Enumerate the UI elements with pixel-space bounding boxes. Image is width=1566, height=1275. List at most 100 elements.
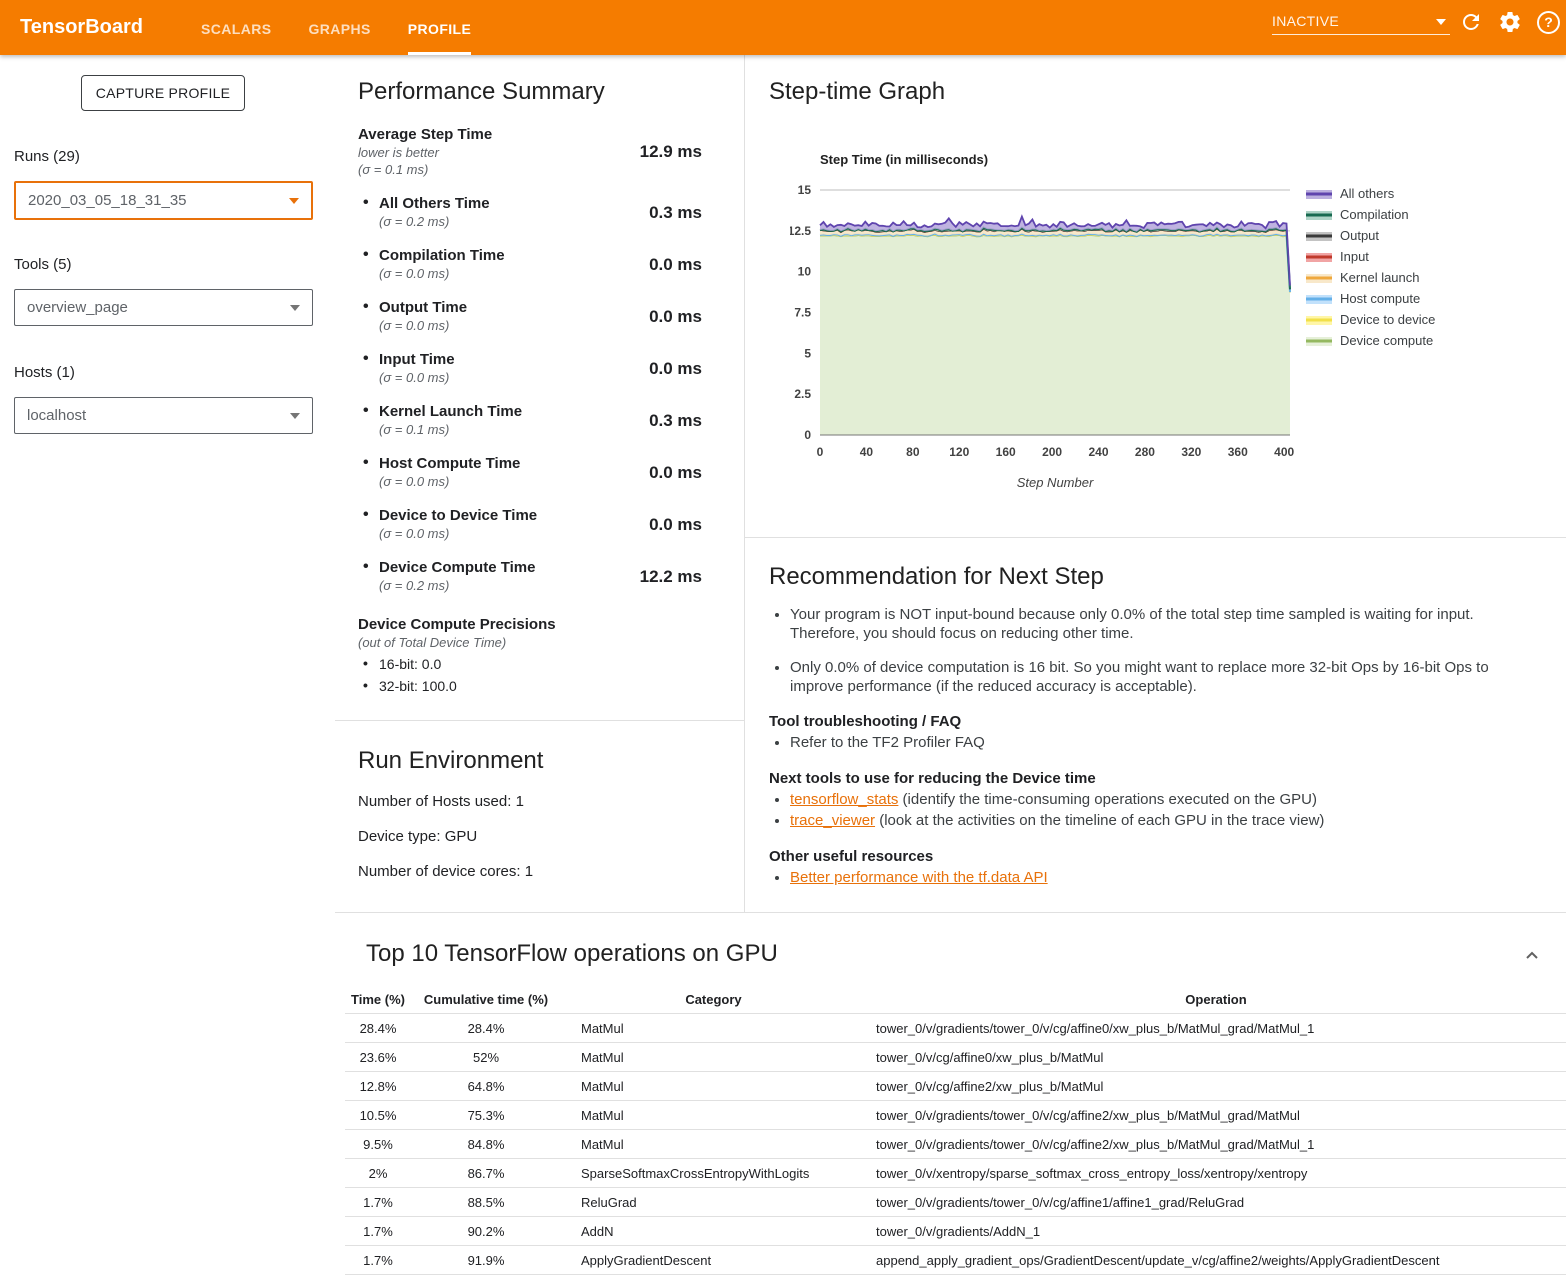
metric-sigma: (σ = 0.1 ms) <box>379 421 522 438</box>
run-environment-title: Run Environment <box>358 747 744 775</box>
table-cell: tower_0/v/gradients/AddN_1 <box>866 1217 1566 1246</box>
metric-name: Compilation Time <box>379 247 505 265</box>
table-cell: tower_0/v/cg/affine2/xw_plus_b/MatMul <box>866 1072 1566 1101</box>
refresh-icon[interactable] <box>1459 10 1485 36</box>
recommendation-item: Refer to the TF2 Profiler FAQ <box>790 733 1532 753</box>
metric-row: Output Time(σ = 0.0 ms)0.0 ms <box>358 299 702 334</box>
hosts-select-value: localhost <box>27 407 86 424</box>
table-cell: 23.6% <box>345 1043 411 1072</box>
runs-group: Runs (29) 2020_03_05_18_31_35 <box>14 148 313 220</box>
svg-text:5: 5 <box>804 346 811 360</box>
table-cell: MatMul <box>561 1043 866 1072</box>
metric-label: All Others Time(σ = 0.2 ms) <box>358 195 490 230</box>
table-cell: 75.3% <box>411 1101 561 1130</box>
performance-summary-title: Performance Summary <box>358 78 744 106</box>
chevron-up-icon[interactable] <box>1520 943 1544 967</box>
table-cell: 52% <box>411 1043 561 1072</box>
settings-icon[interactable] <box>1498 10 1524 36</box>
table-cell: 1.7% <box>345 1217 411 1246</box>
table-cell: MatMul <box>561 1072 866 1101</box>
metric-label: Compilation Time(σ = 0.0 ms) <box>358 247 505 282</box>
runs-select-value: 2020_03_05_18_31_35 <box>28 192 187 209</box>
chevron-down-icon <box>290 413 300 419</box>
run-env-line: Device type: GPU <box>358 828 744 845</box>
svg-text:400: 400 <box>1274 445 1294 459</box>
metric-name: Device to Device Time <box>379 507 537 525</box>
recommendation-link[interactable]: trace_viewer <box>790 812 875 829</box>
metric-sigma: (σ = 0.0 ms) <box>379 369 455 386</box>
run-environment-section: Run Environment Number of Hosts used: 1D… <box>335 720 745 912</box>
hosts-select[interactable]: localhost <box>14 397 313 434</box>
metric-value: 0.3 ms <box>649 203 702 223</box>
hosts-group: Hosts (1) localhost <box>14 364 313 434</box>
metric-label: Output Time(σ = 0.0 ms) <box>358 299 467 334</box>
svg-text:200: 200 <box>1042 445 1062 459</box>
table-cell: SparseSoftmaxCrossEntropyWithLogits <box>561 1159 866 1188</box>
recommendation-item: trace_viewer (look at the activities on … <box>790 811 1532 831</box>
svg-text:Output: Output <box>1340 228 1379 243</box>
app-header: TensorBoard SCALARS GRAPHS PROFILE INACT… <box>0 0 1566 55</box>
metric-name: Input Time <box>379 351 455 369</box>
metric-value: 12.9 ms <box>640 142 702 162</box>
table-body: 28.4%28.4%MatMultower_0/v/gradients/towe… <box>345 1014 1566 1275</box>
tools-select[interactable]: overview_page <box>14 289 313 326</box>
table-cell: 28.4% <box>345 1014 411 1043</box>
tensorboard-profile-page: TensorBoard SCALARS GRAPHS PROFILE INACT… <box>0 0 1566 1275</box>
recommendation-item: tensorflow_stats (identify the time-cons… <box>790 790 1532 810</box>
metric-sigma: (σ = 0.2 ms) <box>379 213 490 230</box>
metric-name: Device Compute Time <box>379 559 535 577</box>
table-cell: tower_0/v/gradients/tower_0/v/cg/affine2… <box>866 1130 1566 1159</box>
recommendation-subheading: Next tools to use for reducing the Devic… <box>769 770 1532 787</box>
capture-profile-button[interactable]: CAPTURE PROFILE <box>81 75 245 111</box>
metric-value: 0.0 ms <box>649 255 702 275</box>
table-column-header: Time (%) <box>345 986 411 1014</box>
table-column-header: Cumulative time (%) <box>411 986 561 1014</box>
step-time-graph-title: Step-time Graph <box>769 78 945 106</box>
recommendation-bullets: Your program is NOT input-bound because … <box>769 605 1532 696</box>
recommendation-subsections: Tool troubleshooting / FAQRefer to the T… <box>769 713 1532 888</box>
metric-value: 0.0 ms <box>649 515 702 535</box>
table-cell: 90.2% <box>411 1217 561 1246</box>
recommendation-bullet: Your program is NOT input-bound because … <box>790 605 1532 643</box>
svg-text:Step Time (in milliseconds): Step Time (in milliseconds) <box>820 152 988 167</box>
app-title: TensorBoard <box>20 0 143 55</box>
svg-text:12.5: 12.5 <box>790 224 811 238</box>
help-icon[interactable]: ? <box>1537 10 1563 36</box>
tab-scalars[interactable]: SCALARS <box>201 0 271 55</box>
metric-sigma: (σ = 0.1 ms) <box>358 161 492 178</box>
status-dropdown[interactable]: INACTIVE <box>1272 9 1450 35</box>
table-cell: 2% <box>345 1159 411 1188</box>
table-cell: 1.7% <box>345 1246 411 1275</box>
svg-text:All others: All others <box>1340 186 1395 201</box>
chevron-down-icon <box>1436 19 1446 25</box>
table-row: 23.6%52%MatMultower_0/v/cg/affine0/xw_pl… <box>345 1043 1566 1072</box>
metric-name: Average Step Time <box>358 126 492 144</box>
runs-select[interactable]: 2020_03_05_18_31_35 <box>14 181 313 220</box>
tab-graphs[interactable]: GRAPHS <box>308 0 370 55</box>
recommendation-link[interactable]: tensorflow_stats <box>790 791 898 808</box>
svg-text:360: 360 <box>1228 445 1248 459</box>
top-ops-section: Top 10 TensorFlow operations on GPU Time… <box>335 912 1566 1275</box>
table-cell: 12.8% <box>345 1072 411 1101</box>
chevron-down-icon <box>289 198 299 204</box>
table-cell: 91.9% <box>411 1246 561 1275</box>
svg-text:40: 40 <box>860 445 874 459</box>
top-ops-title: Top 10 TensorFlow operations on GPU <box>366 940 778 968</box>
table-cell: 64.8% <box>411 1072 561 1101</box>
svg-text:Kernel launch: Kernel launch <box>1340 270 1420 285</box>
metric-label: Host Compute Time(σ = 0.0 ms) <box>358 455 520 490</box>
metric-row: Input Time(σ = 0.0 ms)0.0 ms <box>358 351 702 386</box>
recommendation-link[interactable]: Better performance with the tf.data API <box>790 869 1048 886</box>
table-cell: 84.8% <box>411 1130 561 1159</box>
table-cell: 88.5% <box>411 1188 561 1217</box>
recommendation-sublist: Better performance with the tf.data API <box>769 868 1532 888</box>
recommendation-bullet: Only 0.0% of device computation is 16 bi… <box>790 658 1532 696</box>
tools-group: Tools (5) overview_page <box>14 256 313 326</box>
table-cell: MatMul <box>561 1130 866 1159</box>
svg-text:2.5: 2.5 <box>794 387 811 401</box>
tab-profile[interactable]: PROFILE <box>408 0 471 55</box>
table-cell: tower_0/v/cg/affine0/xw_plus_b/MatMul <box>866 1043 1566 1072</box>
performance-summary-section: Performance Summary Average Step Timelow… <box>335 55 745 720</box>
metric-sigma: (σ = 0.0 ms) <box>379 265 505 282</box>
table-cell: MatMul <box>561 1101 866 1130</box>
